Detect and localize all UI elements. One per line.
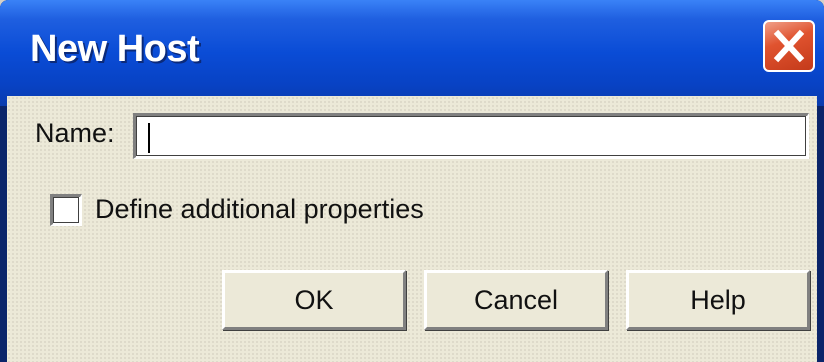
define-properties-label[interactable]: Define additional properties — [95, 194, 424, 225]
name-input[interactable] — [133, 113, 809, 159]
dialog-body: Name: Define additional properties OK Ca… — [7, 96, 817, 362]
close-icon — [773, 29, 805, 63]
help-button[interactable]: Help — [626, 270, 810, 330]
text-caret — [148, 123, 150, 153]
dialog-title: New Host — [30, 28, 200, 70]
title-bar[interactable]: New Host — [0, 0, 824, 106]
name-label: Name: — [35, 118, 115, 148]
new-host-dialog: New Host Name: Define additional propert… — [0, 0, 824, 362]
cancel-button[interactable]: Cancel — [424, 270, 608, 330]
ok-button[interactable]: OK — [222, 270, 406, 330]
define-properties-checkbox[interactable] — [50, 194, 82, 226]
close-button[interactable] — [763, 20, 815, 72]
